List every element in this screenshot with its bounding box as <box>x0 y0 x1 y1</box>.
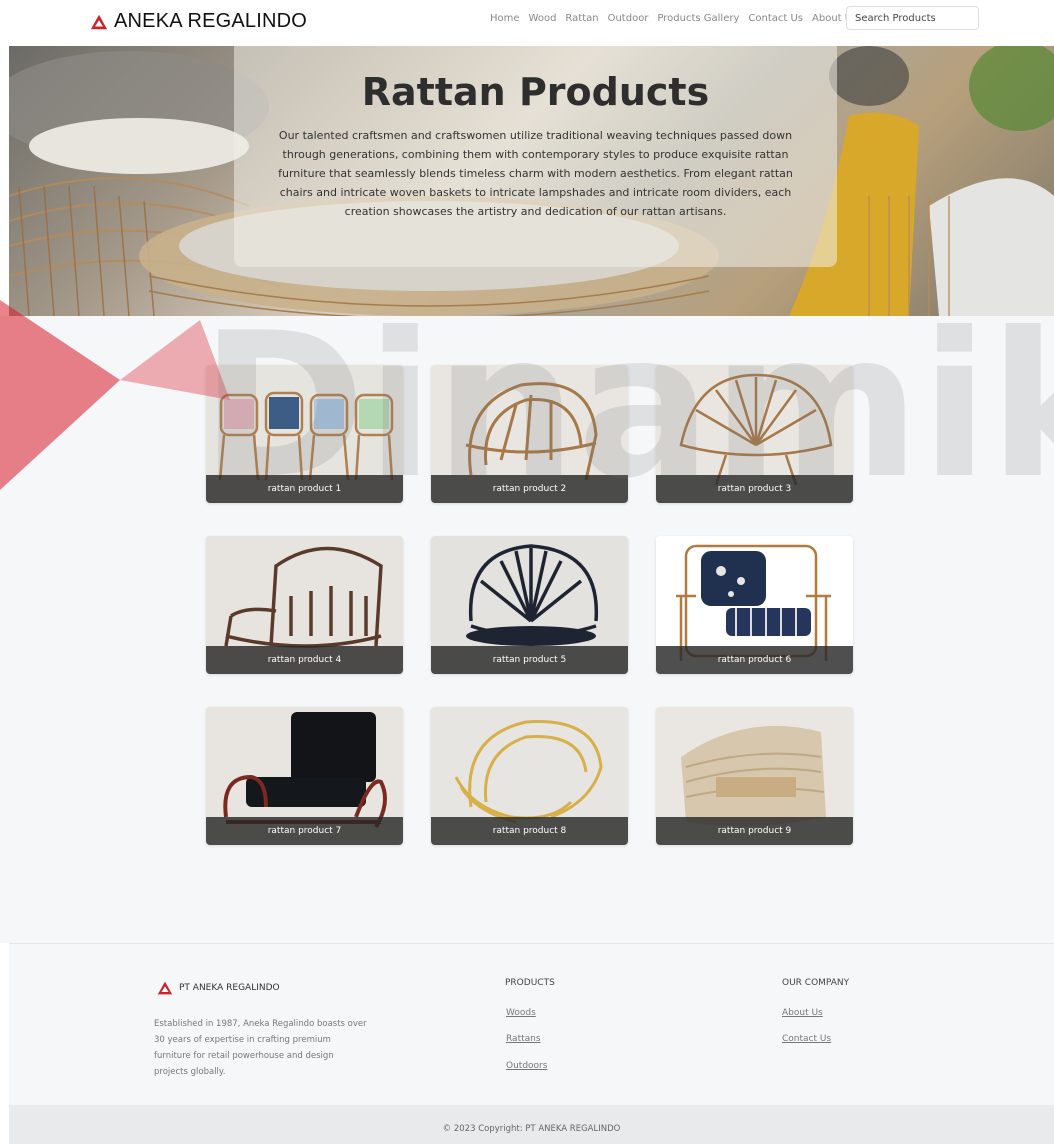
nav-outdoor[interactable]: Outdoor <box>608 13 649 24</box>
hero-title: Rattan Products <box>361 70 710 114</box>
nav-links: Home Wood Rattan Outdoor Products Galler… <box>490 13 866 24</box>
product-card-8[interactable]: rattan product 8 <box>431 707 628 845</box>
copyright-bar: © 2023 Copyright: PT ANEKA REGALINDO <box>9 1105 1054 1144</box>
product-label: rattan product 6 <box>656 646 853 674</box>
nav-wood[interactable]: Wood <box>529 13 557 24</box>
footer-link-woods[interactable]: Woods <box>506 1008 536 1018</box>
product-card-7[interactable]: rattan product 7 <box>206 707 403 845</box>
footer: PT ANEKA REGALINDO Established in 1987, … <box>9 943 1054 1105</box>
product-card-5[interactable]: rattan product 5 <box>431 536 628 674</box>
hero-banner: Rattan Products Our talented craftsmen a… <box>9 46 1054 316</box>
product-card-3[interactable]: rattan product 3 <box>656 365 853 503</box>
footer-link-rattans[interactable]: Rattans <box>506 1034 541 1044</box>
nav-home[interactable]: Home <box>490 13 520 24</box>
footer-link-about-us[interactable]: About Us <box>782 1008 823 1018</box>
product-label: rattan product 4 <box>206 646 403 674</box>
product-label: rattan product 7 <box>206 817 403 845</box>
red-triangle-logo-icon <box>90 14 108 29</box>
products-section: rattan product 1 rattan product 2 rattan… <box>0 316 1054 943</box>
product-label: rattan product 1 <box>206 475 403 503</box>
copyright-text: © 2023 Copyright: PT ANEKA REGALINDO <box>442 1124 621 1134</box>
product-card-4[interactable]: rattan product 4 <box>206 536 403 674</box>
product-label: rattan product 8 <box>431 817 628 845</box>
footer-link-outdoors[interactable]: Outdoors <box>506 1061 547 1071</box>
footer-company-title: OUR COMPANY <box>782 978 850 988</box>
product-label: rattan product 2 <box>431 475 628 503</box>
product-label: rattan product 5 <box>431 646 628 674</box>
product-label: rattan product 9 <box>656 817 853 845</box>
product-card-9[interactable]: rattan product 9 <box>656 707 853 845</box>
brand[interactable]: ANEKA REGALINDO <box>90 10 307 33</box>
footer-description: Established in 1987, Aneka Regalindo boa… <box>154 1019 367 1077</box>
footer-products-title: PRODUCTS <box>505 978 555 988</box>
search-input[interactable] <box>846 6 979 30</box>
product-card-6[interactable]: rattan product 6 <box>656 536 853 674</box>
hero-description: Our talented craftsmen and craftswomen u… <box>278 129 793 218</box>
nav-products-gallery[interactable]: Products Gallery <box>657 13 739 24</box>
footer-brand: PT ANEKA REGALINDO <box>157 980 280 996</box>
product-label: rattan product 3 <box>656 475 853 503</box>
brand-name: ANEKA REGALINDO <box>114 10 308 32</box>
footer-link-contact-us[interactable]: Contact Us <box>782 1034 831 1044</box>
red-triangle-logo-icon <box>157 981 173 995</box>
navbar: ANEKA REGALINDO Home Wood Rattan Outdoor… <box>0 0 1054 46</box>
product-card-2[interactable]: rattan product 2 <box>431 365 628 503</box>
nav-contact-us[interactable]: Contact Us <box>748 13 803 24</box>
footer-brand-name: PT ANEKA REGALINDO <box>179 983 280 993</box>
nav-rattan[interactable]: Rattan <box>565 13 598 24</box>
product-card-1[interactable]: rattan product 1 <box>206 365 403 503</box>
